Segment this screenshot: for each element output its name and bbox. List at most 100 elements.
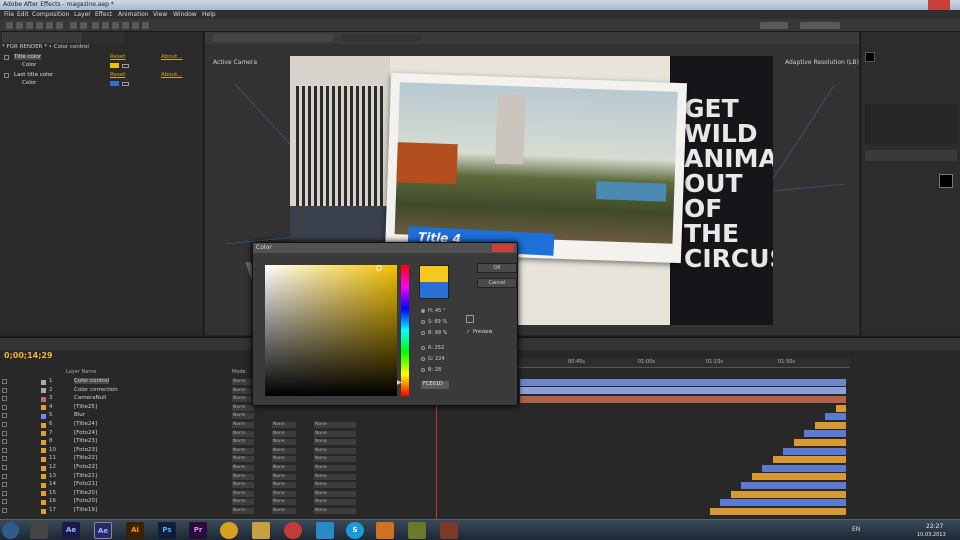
reset-last-title-color-link[interactable]: Reset bbox=[110, 72, 125, 78]
blend-mode-select[interactable]: Norm bbox=[232, 404, 254, 411]
green-value[interactable]: G: 224 bbox=[428, 356, 445, 362]
pen-tool-icon[interactable] bbox=[80, 22, 87, 29]
parent-select[interactable]: None bbox=[314, 473, 356, 480]
about-last-title-color-link[interactable]: About... bbox=[161, 72, 183, 78]
label-color-chip[interactable] bbox=[41, 491, 46, 497]
layer-duration-bar[interactable] bbox=[520, 387, 846, 395]
visibility-eye-icon[interactable] bbox=[2, 482, 7, 488]
layer-name[interactable]: [Title25] bbox=[74, 404, 97, 410]
layer-row[interactable]: 16 [Foto20] Norm None None bbox=[0, 498, 370, 507]
menu-animation[interactable]: Animation bbox=[118, 11, 149, 18]
menu-composition[interactable]: Composition bbox=[32, 11, 69, 18]
blend-mode-select[interactable]: Norm bbox=[232, 430, 254, 437]
layer-name[interactable]: [Foto23] bbox=[74, 447, 97, 453]
label-color-chip[interactable] bbox=[41, 474, 46, 480]
rotate-tool-icon[interactable] bbox=[36, 22, 43, 29]
layer-name[interactable]: [Foto21] bbox=[74, 481, 97, 487]
language-indicator[interactable]: EN bbox=[852, 526, 860, 533]
layer-row[interactable]: 14 [Foto21] Norm None None bbox=[0, 481, 370, 490]
network-app-icon[interactable] bbox=[316, 522, 334, 539]
layer-name[interactable]: [Title22] bbox=[74, 455, 97, 461]
media-player-icon[interactable] bbox=[376, 522, 394, 539]
visibility-eye-icon[interactable] bbox=[2, 430, 7, 436]
layer-row[interactable]: 5 Blur Norm bbox=[0, 412, 370, 421]
chrome-icon[interactable] bbox=[220, 522, 238, 539]
layer-duration-bar[interactable] bbox=[709, 507, 846, 515]
menu-layer[interactable]: Layer bbox=[74, 11, 91, 18]
hex-field[interactable]: FCE01D bbox=[421, 381, 449, 389]
effect-toggle-icon[interactable] bbox=[4, 55, 9, 60]
visibility-eye-icon[interactable] bbox=[2, 499, 7, 505]
hue-slider[interactable] bbox=[401, 265, 409, 396]
brightness-value[interactable]: B: 99 % bbox=[428, 330, 447, 336]
fill-color-swatch[interactable] bbox=[865, 52, 875, 62]
text-color-swatch[interactable] bbox=[939, 174, 953, 188]
parent-select[interactable]: None bbox=[314, 490, 356, 497]
tab-composition[interactable] bbox=[213, 34, 333, 42]
label-color-chip[interactable] bbox=[41, 456, 46, 462]
layer-duration-bar[interactable] bbox=[520, 396, 846, 403]
layer-name[interactable]: [Foto22] bbox=[74, 464, 97, 470]
visibility-eye-icon[interactable] bbox=[2, 439, 7, 445]
layer-name[interactable]: [Title20] bbox=[74, 490, 97, 496]
label-color-chip[interactable] bbox=[41, 413, 46, 419]
layer-duration-bar[interactable] bbox=[730, 490, 846, 498]
menu-edit[interactable]: Edit bbox=[17, 11, 29, 18]
trackmatte-select[interactable]: None bbox=[272, 508, 296, 514]
visibility-eye-icon[interactable] bbox=[2, 473, 7, 479]
visibility-eye-icon[interactable] bbox=[2, 387, 7, 393]
search-help-field[interactable] bbox=[800, 22, 840, 29]
illustrator-icon[interactable]: Ai bbox=[126, 522, 144, 539]
visibility-eye-icon[interactable] bbox=[2, 396, 7, 402]
minimize-button[interactable] bbox=[880, 0, 902, 10]
parent-select[interactable]: None bbox=[314, 456, 356, 463]
trackmatte-select[interactable]: None bbox=[272, 430, 296, 437]
ok-button[interactable]: OK bbox=[477, 263, 517, 273]
reset-title-color-link[interactable]: Reset bbox=[110, 54, 125, 60]
blend-mode-select[interactable]: Norm bbox=[232, 508, 254, 514]
blend-mode-select[interactable]: Norm bbox=[232, 482, 254, 489]
layer-row[interactable]: 15 [Title20] Norm None None bbox=[0, 490, 370, 499]
effect-name-last-title-color[interactable]: Last title color bbox=[14, 72, 53, 78]
trackmatte-select[interactable]: None bbox=[272, 482, 296, 489]
layer-duration-bar[interactable] bbox=[741, 482, 846, 489]
parent-select[interactable]: None bbox=[314, 465, 356, 471]
layer-name[interactable]: [Foto20] bbox=[74, 498, 97, 504]
layer-row[interactable]: 8 [Title23] Norm None None bbox=[0, 438, 370, 447]
trackmatte-select[interactable]: None bbox=[272, 439, 296, 446]
layer-row[interactable]: 6 [Title24] Norm None None bbox=[0, 421, 370, 430]
puppet-tool-icon[interactable] bbox=[142, 22, 149, 29]
layer-duration-bar[interactable] bbox=[520, 378, 846, 386]
color-picker-cursor[interactable] bbox=[376, 265, 382, 271]
label-color-chip[interactable] bbox=[41, 379, 46, 385]
parent-select[interactable]: None bbox=[314, 422, 356, 428]
visibility-eye-icon[interactable] bbox=[2, 456, 7, 462]
flag-app-icon[interactable] bbox=[284, 522, 302, 539]
blend-mode-select[interactable]: Norm bbox=[232, 379, 254, 385]
layer-duration-bar[interactable] bbox=[772, 456, 846, 464]
layer-duration-bar[interactable] bbox=[814, 421, 846, 429]
visibility-eye-icon[interactable] bbox=[2, 465, 7, 470]
media-center-icon[interactable] bbox=[30, 522, 48, 539]
blend-mode-select[interactable]: Norm bbox=[232, 473, 254, 480]
label-color-chip[interactable] bbox=[41, 405, 46, 411]
column-mode[interactable]: Mode bbox=[232, 369, 246, 375]
notes-app-icon[interactable] bbox=[408, 522, 426, 539]
selection-tool-icon[interactable] bbox=[6, 22, 13, 29]
title-color-swatch[interactable] bbox=[110, 63, 119, 68]
layer-duration-bar[interactable] bbox=[804, 430, 846, 438]
layer-name[interactable]: Color control bbox=[74, 378, 110, 384]
parent-select[interactable]: None bbox=[314, 482, 356, 489]
saturation-brightness-field[interactable] bbox=[265, 265, 397, 396]
layer-duration-bar[interactable] bbox=[835, 404, 846, 412]
about-title-color-link[interactable]: About... bbox=[161, 54, 183, 60]
saturation-value[interactable]: S: 89 % bbox=[428, 319, 447, 325]
workspace-selector[interactable] bbox=[760, 22, 788, 29]
parent-select[interactable]: None bbox=[314, 447, 356, 454]
menu-file[interactable]: File bbox=[4, 11, 14, 18]
radio-b[interactable] bbox=[421, 331, 425, 335]
label-color-chip[interactable] bbox=[41, 508, 46, 514]
visibility-eye-icon[interactable] bbox=[2, 422, 7, 427]
brush-tool-icon[interactable] bbox=[102, 22, 109, 29]
roto-brush-icon[interactable] bbox=[132, 22, 139, 29]
